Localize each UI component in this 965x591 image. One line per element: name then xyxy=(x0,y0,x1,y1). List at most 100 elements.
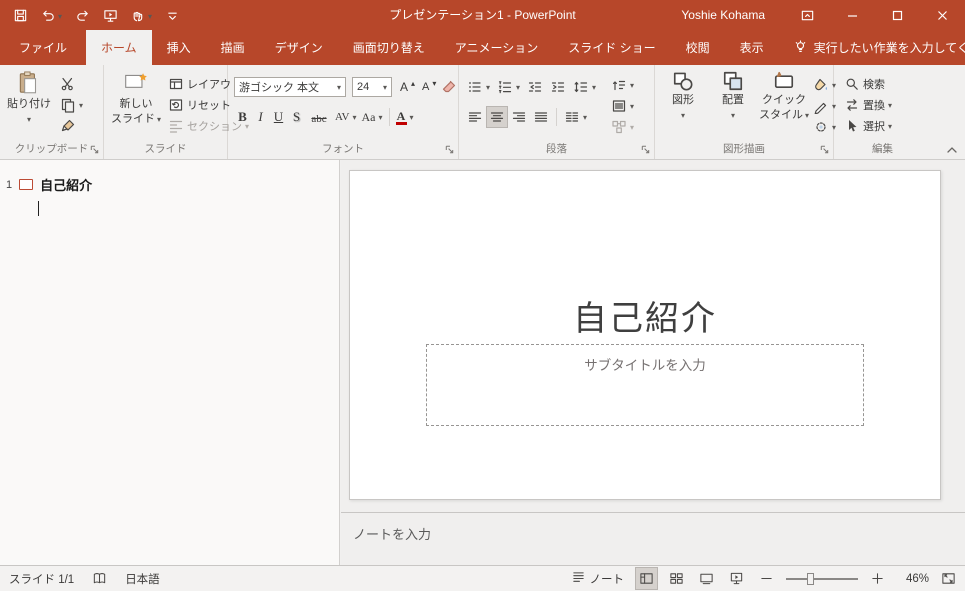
reading-view-button[interactable] xyxy=(696,568,717,589)
spellcheck-icon[interactable] xyxy=(92,571,107,586)
columns-button[interactable] xyxy=(562,107,589,127)
tab-slideshow[interactable]: スライド ショー xyxy=(553,30,670,65)
font-family-combo[interactable]: 游ゴシック 本文 xyxy=(234,77,346,97)
font-size-combo[interactable]: 24 xyxy=(352,77,392,97)
tab-design[interactable]: デザイン xyxy=(260,30,338,65)
cut-button[interactable] xyxy=(58,74,78,94)
drawing-dialog-launcher[interactable] xyxy=(819,144,830,155)
close-button[interactable] xyxy=(920,0,965,30)
text-shadow-button[interactable]: S xyxy=(288,107,305,127)
bullets-button[interactable] xyxy=(465,77,492,97)
dropdown-caret xyxy=(583,111,587,123)
slide-title-text[interactable]: 自己紹介 xyxy=(350,291,940,340)
zoom-level[interactable]: 46% xyxy=(897,573,929,585)
repeat-button[interactable] xyxy=(75,8,90,23)
grow-font-glyph: A xyxy=(400,80,408,94)
increase-font-size-button[interactable]: A▴ xyxy=(398,77,417,97)
zoom-slider-thumb[interactable] xyxy=(807,573,814,585)
touch-mouse-mode-button[interactable] xyxy=(131,6,152,24)
align-text-button[interactable] xyxy=(609,96,636,116)
font-color-button[interactable]: A xyxy=(394,107,416,127)
down-caret: ▾ xyxy=(432,79,436,88)
justify-button[interactable] xyxy=(531,107,551,127)
copy-icon xyxy=(60,97,76,113)
quick-styles-button[interactable]: クイック スタイル xyxy=(759,70,809,122)
minimize-button[interactable] xyxy=(830,0,875,30)
line-spacing-button[interactable] xyxy=(571,77,598,97)
new-slide-label-2: スライド xyxy=(111,113,155,126)
tab-view[interactable]: 表示 xyxy=(725,30,779,65)
tell-me-box[interactable]: 実行したい作業を入力してください xyxy=(793,30,965,65)
paste-label: 貼り付け xyxy=(7,98,51,111)
slide-canvas[interactable]: 自己紹介 サブタイトルを入力 xyxy=(341,160,965,512)
tab-insert[interactable]: 挿入 xyxy=(152,30,206,65)
notes-pane[interactable]: ノートを入力 xyxy=(341,512,965,565)
align-right-button[interactable] xyxy=(509,107,529,127)
shapes-button[interactable]: 図形 xyxy=(659,70,707,122)
paragraph-dialog-launcher[interactable] xyxy=(640,144,651,155)
align-center-button[interactable] xyxy=(487,107,507,127)
numbering-button[interactable] xyxy=(495,77,522,97)
format-painter-button[interactable] xyxy=(58,116,78,136)
maximize-button[interactable] xyxy=(875,0,920,30)
decrease-indent-button[interactable] xyxy=(525,77,545,97)
start-from-beginning-button[interactable] xyxy=(103,8,118,23)
character-spacing-button[interactable]: AV xyxy=(333,107,359,127)
new-slide-icon xyxy=(123,70,149,96)
bold-button[interactable]: B xyxy=(234,107,251,127)
fit-to-window-button[interactable] xyxy=(938,568,959,589)
reset-button[interactable]: リセット xyxy=(166,95,233,115)
italic-button[interactable]: I xyxy=(252,107,269,127)
underline-button[interactable]: U xyxy=(270,107,287,127)
zoom-out-button[interactable] xyxy=(756,568,777,589)
replace-button[interactable]: 置換 xyxy=(842,95,894,115)
align-left-button[interactable] xyxy=(465,107,485,127)
select-button[interactable]: 選択 xyxy=(842,116,894,136)
convert-to-smartart-button[interactable] xyxy=(609,117,636,137)
slide[interactable]: 自己紹介 サブタイトルを入力 xyxy=(349,170,941,500)
collapse-ribbon-button[interactable] xyxy=(946,146,958,154)
tab-draw[interactable]: 描画 xyxy=(206,30,260,65)
decrease-font-size-button[interactable]: A▾ xyxy=(420,77,438,97)
paste-button[interactable]: 貼り付け xyxy=(6,70,52,126)
strikethrough-button[interactable]: abc xyxy=(306,107,332,127)
outline-pane[interactable]: 1 自己紹介 xyxy=(0,160,340,565)
save-button[interactable] xyxy=(13,8,28,23)
notes-toggle-button[interactable]: ノート xyxy=(568,568,628,589)
clear-formatting-button[interactable] xyxy=(439,77,459,97)
text-direction-button[interactable] xyxy=(609,75,636,95)
dropdown-caret xyxy=(148,6,152,24)
group-label-drawing: 図形描画 xyxy=(655,141,833,156)
zoom-out-icon xyxy=(759,571,774,586)
outline-slide-entry[interactable]: 1 自己紹介 xyxy=(6,175,92,194)
arrange-button[interactable]: 配置 xyxy=(709,70,757,122)
find-button[interactable]: 検索 xyxy=(842,74,887,94)
notes-placeholder[interactable]: ノートを入力 xyxy=(353,524,965,543)
tab-animations[interactable]: アニメーション xyxy=(440,30,554,65)
undo-button[interactable] xyxy=(41,6,62,24)
quick-styles-label-1: クイック xyxy=(762,94,806,107)
slideshow-view-button[interactable] xyxy=(726,568,747,589)
increase-indent-button[interactable] xyxy=(548,77,568,97)
clipboard-dialog-launcher[interactable] xyxy=(89,144,100,155)
tab-home[interactable]: ホーム xyxy=(86,30,152,65)
ribbon-display-options-button[interactable] xyxy=(785,0,830,30)
subtitle-placeholder[interactable]: サブタイトルを入力 xyxy=(426,344,864,426)
tab-file[interactable]: ファイル xyxy=(0,30,86,65)
zoom-in-button[interactable] xyxy=(867,568,888,589)
copy-button[interactable] xyxy=(58,95,85,115)
tab-review[interactable]: 校閲 xyxy=(671,30,725,65)
slide-number-indicator[interactable]: スライド 1/1 xyxy=(9,571,74,587)
normal-view-button[interactable] xyxy=(636,568,657,589)
new-slide-button[interactable]: 新しい スライド xyxy=(108,70,164,126)
tab-transitions[interactable]: 画面切り替え xyxy=(338,30,440,65)
account-name[interactable]: Yoshie Kohama xyxy=(681,8,765,22)
font-dialog-launcher[interactable] xyxy=(444,144,455,155)
language-indicator[interactable]: 日本語 xyxy=(125,571,160,587)
customize-qat-button[interactable] xyxy=(165,8,180,23)
replace-label: 置換 xyxy=(863,97,885,113)
change-case-button[interactable]: Aa xyxy=(360,107,385,127)
slide-sorter-button[interactable] xyxy=(666,568,687,589)
outline-slide-title[interactable]: 自己紹介 xyxy=(40,175,92,194)
zoom-slider[interactable] xyxy=(786,571,858,587)
